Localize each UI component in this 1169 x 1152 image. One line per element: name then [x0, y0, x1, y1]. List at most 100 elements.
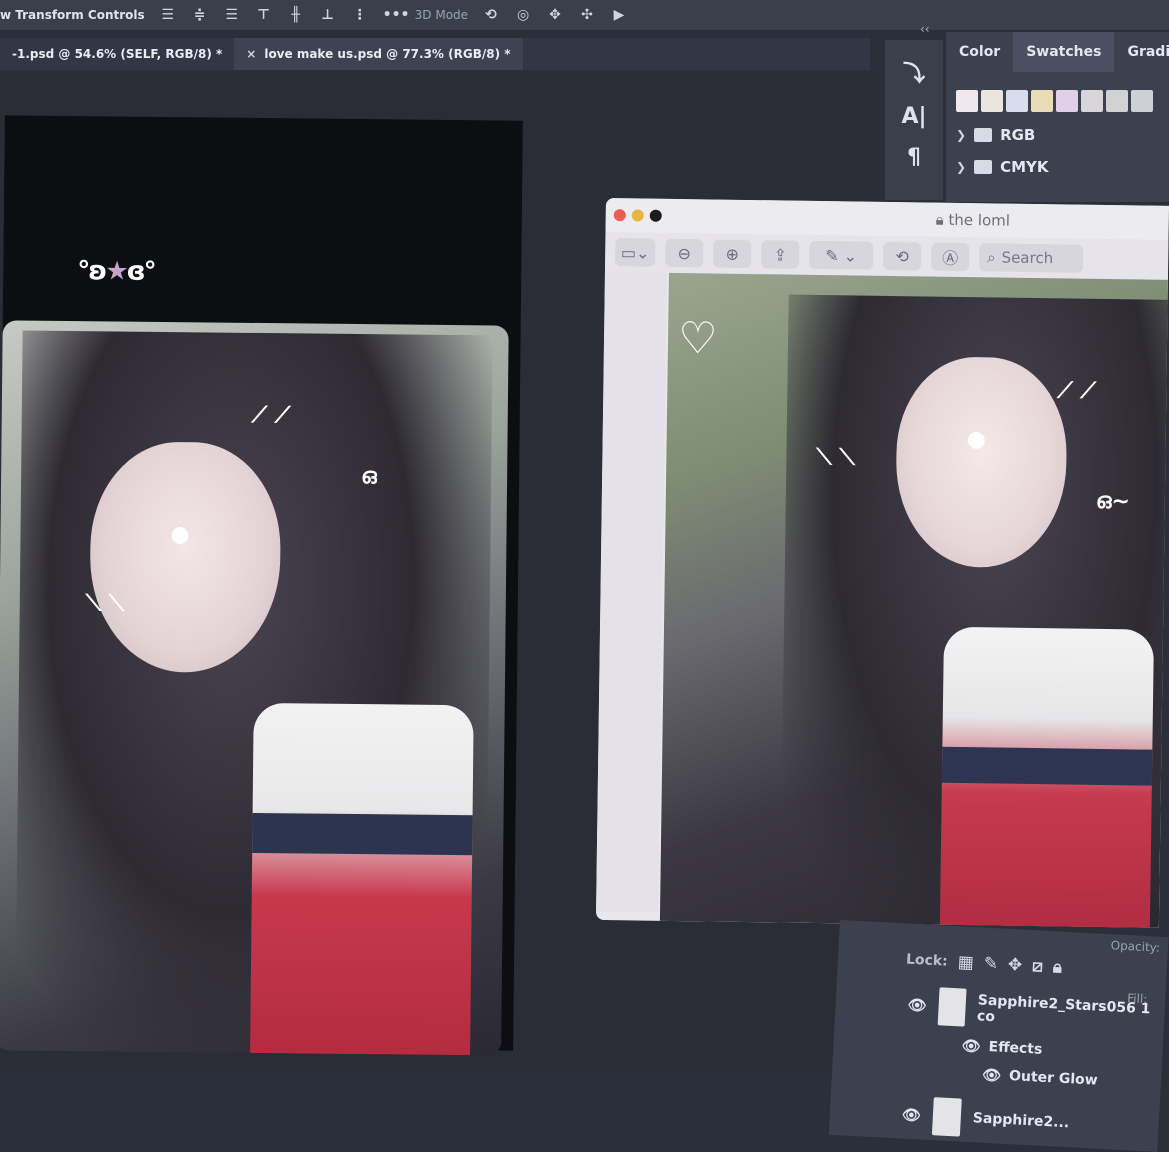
search-icon: ⌕ [987, 248, 996, 267]
panel-tool-strip: ⤵ A| ¶ [885, 40, 943, 200]
eye-icon[interactable]: 👁︎ [907, 996, 927, 1015]
options-bar: w Transform Controls ☰ ≑ ☰ ⊤ ╫ ⊥ ⋮ ••• 3… [0, 0, 1169, 30]
zoom-out-icon: ⊖ [677, 243, 692, 263]
3d-slide-icon[interactable]: ✣ [578, 6, 596, 24]
swatches-panel: Color Swatches Gradi ❯ RGB ❯ CMYK [946, 32, 1169, 202]
eye-icon[interactable]: 👁︎ [901, 1106, 921, 1125]
fill-label: Fill: [1126, 991, 1148, 1007]
nose-dot-icon: ● [966, 427, 987, 453]
color-swatch[interactable] [1056, 90, 1078, 112]
whisker-doodle-icon: ⟍ ⟍ [816, 444, 856, 471]
tab-label: love make us.psd @ 77.3% (RGB/8) * [264, 47, 511, 61]
tab-swatches[interactable]: Swatches [1013, 32, 1115, 72]
layers-panel: Opacity: Lock: ▦ ✎ ✥ ⧄ 🔒︎ Fill: 👁︎ Sapph… [828, 920, 1169, 1152]
color-swatch[interactable] [1106, 90, 1128, 112]
markup-button[interactable]: ✎ ⌄ [809, 240, 874, 270]
heart-doodle-icon: ♡ [677, 313, 718, 365]
search-field[interactable]: ⌕ Search [979, 243, 1084, 273]
history-icon[interactable]: ⤵ [903, 56, 925, 88]
sparkle-doodle-icon: ⟋ ⟋ [1057, 378, 1096, 404]
align-middle-icon[interactable]: ╫ [287, 6, 305, 24]
swatches-panel-tabs: Color Swatches Gradi [946, 32, 1169, 72]
more-options-button[interactable]: ••• [383, 6, 410, 24]
lock-icon: 🔒︎ [935, 210, 944, 229]
layer-thumbnail [931, 1097, 962, 1137]
markup-circle-icon: Ⓐ [942, 248, 959, 268]
tab-love-make-us[interactable]: × love make us.psd @ 77.3% (RGB/8) * [234, 38, 523, 70]
rotate-button[interactable]: ⟲ [883, 241, 922, 271]
color-swatch[interactable] [1006, 90, 1028, 112]
3d-pan-icon[interactable]: ✥ [546, 6, 564, 24]
cat-doodle-icon: ഒ~ [1095, 488, 1131, 515]
preview-sidebar [596, 271, 667, 913]
layer-name: Sapphire2... [972, 1110, 1070, 1132]
layer-thumbnail [937, 987, 967, 1027]
document-tabs: -1.psd @ 54.6% (SELF, RGB/8) * × love ma… [0, 38, 870, 70]
nose-dot-icon: ● [170, 522, 190, 548]
opacity-label: Opacity: [1110, 938, 1161, 955]
collar-shape [252, 812, 473, 856]
annotate-button[interactable]: Ⓐ [931, 242, 970, 272]
character-icon[interactable]: A| [901, 104, 926, 129]
align-top-icon[interactable]: ⊤ [255, 6, 273, 24]
align-center-icon[interactable]: ≑ [191, 6, 209, 24]
share-icon: ⇪ [773, 244, 788, 265]
minimize-window-button[interactable] [631, 209, 644, 222]
3d-camera-icon[interactable]: ▶ [610, 6, 628, 24]
align-right-icon[interactable]: ☰ [223, 6, 241, 24]
eye-icon[interactable]: 👁︎ [982, 1066, 1002, 1085]
zoom-in-button[interactable]: ⊕ [713, 239, 752, 269]
sidebar-toggle-button[interactable]: ▭⌄ [615, 238, 656, 267]
close-icon[interactable]: × [246, 47, 256, 61]
share-button[interactable]: ⇪ [761, 240, 800, 269]
folder-icon [974, 160, 993, 174]
lock-paint-icon[interactable]: ✎ [983, 954, 998, 975]
uniform-shape [250, 702, 474, 1056]
lock-move-icon[interactable]: ✥ [1007, 955, 1022, 976]
tab-document-1[interactable]: -1.psd @ 54.6% (SELF, RGB/8) * [0, 38, 234, 70]
color-swatch[interactable] [1131, 90, 1153, 112]
preview-selfie-photo: ♡ ⟋ ⟋ ⟍ ⟍ ● ഒ~ [659, 272, 1169, 928]
zoom-in-icon: ⊕ [725, 244, 740, 264]
align-left-icon[interactable]: ☰ [159, 6, 177, 24]
zoom-out-button[interactable]: ⊖ [665, 238, 704, 268]
eye-icon[interactable]: 👁︎ [961, 1037, 981, 1056]
swatch-row [956, 90, 1169, 112]
paragraph-icon[interactable]: ¶ [907, 145, 921, 170]
close-window-button[interactable] [613, 209, 626, 222]
tab-color[interactable]: Color [946, 32, 1013, 72]
lock-transparent-icon[interactable]: ▦ [957, 952, 974, 973]
chevron-right-icon: ❯ [956, 160, 967, 174]
swatch-folder-cmyk[interactable]: ❯ CMYK [956, 158, 1169, 176]
swatch-folder-rgb[interactable]: ❯ RGB [956, 126, 1169, 144]
effects-label: Effects [988, 1038, 1043, 1058]
selfie-photo: ⟋ ⟋ ഒ ● ⟍ ⟍ [0, 320, 509, 1056]
align-bottom-icon[interactable]: ⊥ [319, 6, 337, 24]
window-title: 🔒︎ the loml [935, 210, 1011, 230]
panel-collapse-icon[interactable]: ‹‹ [920, 22, 930, 36]
tab-label: -1.psd @ 54.6% (SELF, RGB/8) * [12, 47, 223, 61]
color-swatch[interactable] [981, 90, 1003, 112]
star-icon: ★ [105, 256, 127, 287]
3d-roll-icon[interactable]: ◎ [514, 6, 532, 24]
cat-doodle-icon: ഒ [360, 464, 377, 490]
fullscreen-window-button[interactable] [649, 209, 662, 222]
pen-icon: ✎ ⌄ [825, 245, 858, 266]
whisker-doodle-icon: ⟍ ⟍ [85, 591, 125, 617]
collar-shape [941, 746, 1153, 786]
lock-artboard-icon[interactable]: ⧄ [1032, 956, 1044, 977]
rotate-icon: ⟲ [895, 246, 910, 266]
kaomoji-sticker: °ʚ★ɞ° [77, 256, 155, 287]
artboard[interactable]: °ʚ★ɞ° ⟋ ⟋ ഒ ● ⟍ ⟍ [0, 115, 523, 1056]
folder-icon [974, 128, 993, 142]
color-swatch[interactable] [1081, 90, 1103, 112]
distribute-icon[interactable]: ⋮ [351, 6, 369, 24]
3d-mode-label: 3D Mode [414, 8, 469, 22]
lock-all-icon[interactable]: 🔒︎ [1052, 957, 1062, 977]
tab-gradients[interactable]: Gradi [1114, 32, 1169, 72]
color-swatch[interactable] [956, 90, 978, 112]
color-swatch[interactable] [1031, 90, 1053, 112]
transform-controls-label[interactable]: w Transform Controls [0, 8, 145, 22]
3d-orbit-icon[interactable]: ⟲ [482, 6, 500, 24]
sidebar-icon: ▭⌄ [620, 242, 650, 263]
